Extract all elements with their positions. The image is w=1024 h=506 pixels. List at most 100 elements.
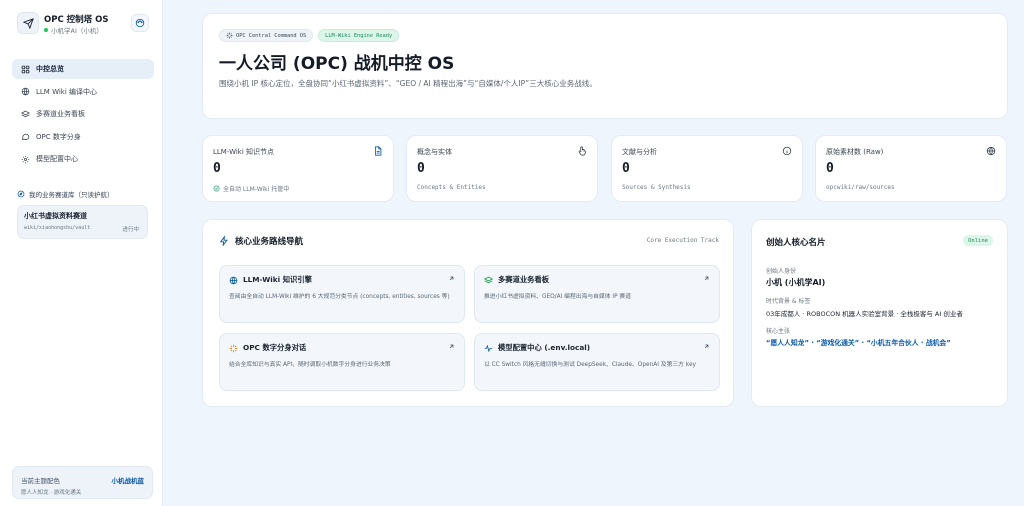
tile-desc: 以 CC Switch 风格无缝切换与测试 DeepSeek、Claude、Op… <box>484 362 696 368</box>
stat-label: 原始素材数 (Raw) <box>826 148 884 156</box>
track-status: 进行中 <box>122 227 139 233</box>
tile-title-text: 多赛道业务看板 <box>498 275 550 284</box>
settings-button[interactable] <box>131 14 149 32</box>
stat-foot: 全自动 LLM-Wiki 托管中 <box>213 184 289 193</box>
tile-title: OPC 数字分身对话 <box>229 343 306 353</box>
chat-icon <box>21 134 30 141</box>
online-dot <box>44 28 48 32</box>
tile-digital-twin[interactable]: OPC 数字分身对话 结合全库知识与真实 API，随时调取小机数字分身进行业务决… <box>219 333 465 391</box>
motto-value: “愿人人知龙” · “游戏化通关” · “小机五年合伙人 · 战机会” <box>766 339 951 347</box>
sparkle-icon <box>229 344 238 352</box>
stat-value: 0 <box>213 161 221 176</box>
sidebar-item-digital-twin[interactable]: OPC 数字分身 <box>12 127 154 147</box>
tile-business-board[interactable]: 多赛道业务看板 推进小红书虚拟资料、GEO/AI 编程出海与自媒体 IP 赛道 <box>474 265 720 323</box>
sidebar-item-label: LLM Wiki 编译中心 <box>36 87 98 96</box>
track-library-heading: 我的业务赛道库（只读护航） <box>17 189 114 199</box>
tile-desc: 推进小红书虚拟资料、GEO/AI 编程出海与自媒体 IP 赛道 <box>484 294 632 300</box>
track-item[interactable]: 小红书虚拟资料赛道 wiki/xiaohongshu/vault 进行中 <box>17 205 148 239</box>
pointer-icon <box>578 146 586 156</box>
tile-title: LLM-Wiki 知识引擎 <box>229 275 312 285</box>
sidebar-item-dashboard[interactable]: 中控总览 <box>12 59 154 79</box>
business-nav-title: 核心业务路线导航 <box>219 235 303 247</box>
info-icon <box>782 146 792 156</box>
identity-label: 创始人身份 <box>766 268 797 275</box>
track-path: wiki/xiaohongshu/vault <box>24 225 91 231</box>
stat-foot: Sources & Synthesis <box>622 184 691 191</box>
layers-icon <box>21 110 30 117</box>
stat-value: 0 <box>417 161 425 176</box>
os-badge: OPC Central Command OS <box>219 29 314 42</box>
layers-icon <box>484 276 493 283</box>
tile-title: 模型配置中心 (.env.local) <box>484 343 590 353</box>
theme-tags: 愿人人知龙 · 游戏化通关 <box>21 490 82 496</box>
os-badge-text: OPC Central Command OS <box>236 32 307 39</box>
stat-foot: Concepts & Entities <box>417 184 486 191</box>
engine-badge: LLM-Wiki Engine Ready <box>318 29 400 42</box>
globe-icon <box>229 276 238 285</box>
sidebar-item-business-board[interactable]: 多赛道业务看板 <box>12 104 154 124</box>
stat-card-knowledge-nodes: LLM-Wiki 知识节点 0 全自动 LLM-Wiki 托管中 <box>202 135 394 202</box>
sidebar-item-model-config[interactable]: 模型配置中心 <box>12 149 154 169</box>
stat-label: LLM-Wiki 知识节点 <box>213 148 275 156</box>
sidebar: OPC 控制塔 OS 小机学AI（小机） 中控总览 LLM Wiki 编译中心 … <box>0 0 163 506</box>
stat-value: 0 <box>622 161 630 176</box>
tile-title-text: 模型配置中心 (.env.local) <box>498 343 591 352</box>
compass-icon <box>17 190 25 198</box>
background-value: 03年成都人 · ROBOCON 机器人实验室背景 · 全栈极客与 AI 创业者 <box>766 310 963 318</box>
tile-desc: 查阅由全自动 LLM-Wiki 维护的 6 大规范分类节点 (concepts,… <box>229 294 450 300</box>
arrow-up-right-icon <box>449 344 454 349</box>
hero-card: OPC Central Command OS LLM-Wiki Engine R… <box>202 13 1008 119</box>
stat-label: 文献与分析 <box>622 148 657 156</box>
stat-foot-text: 全自动 LLM-Wiki 托管中 <box>223 186 290 193</box>
sidebar-nav: 中控总览 LLM Wiki 编译中心 多赛道业务看板 OPC 数字分身 模型配置… <box>12 59 154 172</box>
gear-icon <box>21 155 30 164</box>
motto-label: 核心主张 <box>766 328 791 335</box>
palette-icon <box>135 18 145 28</box>
pulse-icon <box>484 344 493 352</box>
stat-value: 0 <box>826 161 834 176</box>
brand-subtitle: 小机学AI（小机） <box>44 25 103 35</box>
status-badge: Online <box>963 235 993 246</box>
track-library-heading-text: 我的业务赛道库（只读护航） <box>29 191 114 199</box>
airplane-icon <box>17 12 39 34</box>
brand-title: OPC 控制塔 OS <box>44 15 109 25</box>
document-icon <box>375 146 382 156</box>
page-title: 一人公司 (OPC) 战机中控 OS <box>219 54 455 74</box>
founder-card: 创始人核心名片 Online 创始人身份 小机 (小机学AI) 时代背景 & 标… <box>751 219 1008 407</box>
theme-panel[interactable]: 当前主题配色 小机战机蓝 愿人人知龙 · 游戏化通关 <box>12 466 153 499</box>
tile-llm-wiki[interactable]: LLM-Wiki 知识引擎 查阅由全自动 LLM-Wiki 维护的 6 大规范分… <box>219 265 465 323</box>
sidebar-item-label: 多赛道业务看板 <box>36 110 85 119</box>
tile-title: 多赛道业务看板 <box>484 275 549 285</box>
brand-subtitle-text: 小机学AI（小机） <box>51 27 103 35</box>
founder-title: 创始人核心名片 <box>766 238 826 248</box>
sidebar-item-label: OPC 数字分身 <box>36 132 81 141</box>
identity-value: 小机 (小机学AI) <box>766 278 826 287</box>
arrow-up-right-icon <box>704 344 709 349</box>
arrow-up-right-icon <box>704 276 709 281</box>
business-nav-title-text: 核心业务路线导航 <box>235 237 304 247</box>
background-label: 时代背景 & 标签 <box>766 298 811 305</box>
theme-name: 小机战机蓝 <box>111 477 145 485</box>
check-circle-icon <box>213 185 220 192</box>
hero-description: 围绕小机 IP 核心定位，全盘协同“小红书虚拟资料”、“GEO / AI 精程出… <box>219 79 597 88</box>
sidebar-item-label: 中控总览 <box>36 65 64 73</box>
arrow-up-right-icon <box>449 276 454 281</box>
track-name: 小红书虚拟资料赛道 <box>24 212 87 220</box>
tile-title-text: LLM-Wiki 知识引擎 <box>243 275 312 284</box>
stat-card-concepts: 概念与实体 0 Concepts & Entities <box>406 135 598 202</box>
tile-title-text: OPC 数字分身对话 <box>243 343 307 352</box>
execution-track-label: Core Execution Track <box>646 237 719 244</box>
stat-label: 概念与实体 <box>417 148 452 156</box>
theme-label: 当前主题配色 <box>21 477 60 485</box>
stat-foot: opcwiki/raw/sources <box>826 184 895 191</box>
hero-badges: OPC Central Command OS LLM-Wiki Engine R… <box>219 29 404 42</box>
stat-card-sources: 文献与分析 0 Sources & Synthesis <box>611 135 803 202</box>
tile-desc: 结合全库知识与真实 API，随时调取小机数字分身进行业务决策 <box>229 362 391 368</box>
globe-icon <box>986 146 996 156</box>
business-nav-card: 核心业务路线导航 Core Execution Track LLM-Wiki 知… <box>202 219 734 407</box>
globe-icon <box>21 87 30 96</box>
sidebar-item-llm-wiki[interactable]: LLM Wiki 编译中心 <box>12 82 154 102</box>
tile-model-config[interactable]: 模型配置中心 (.env.local) 以 CC Switch 风格无缝切换与测… <box>474 333 720 391</box>
sparkle-icon <box>226 32 233 39</box>
stat-card-raw: 原始素材数 (Raw) 0 opcwiki/raw/sources <box>815 135 1007 202</box>
